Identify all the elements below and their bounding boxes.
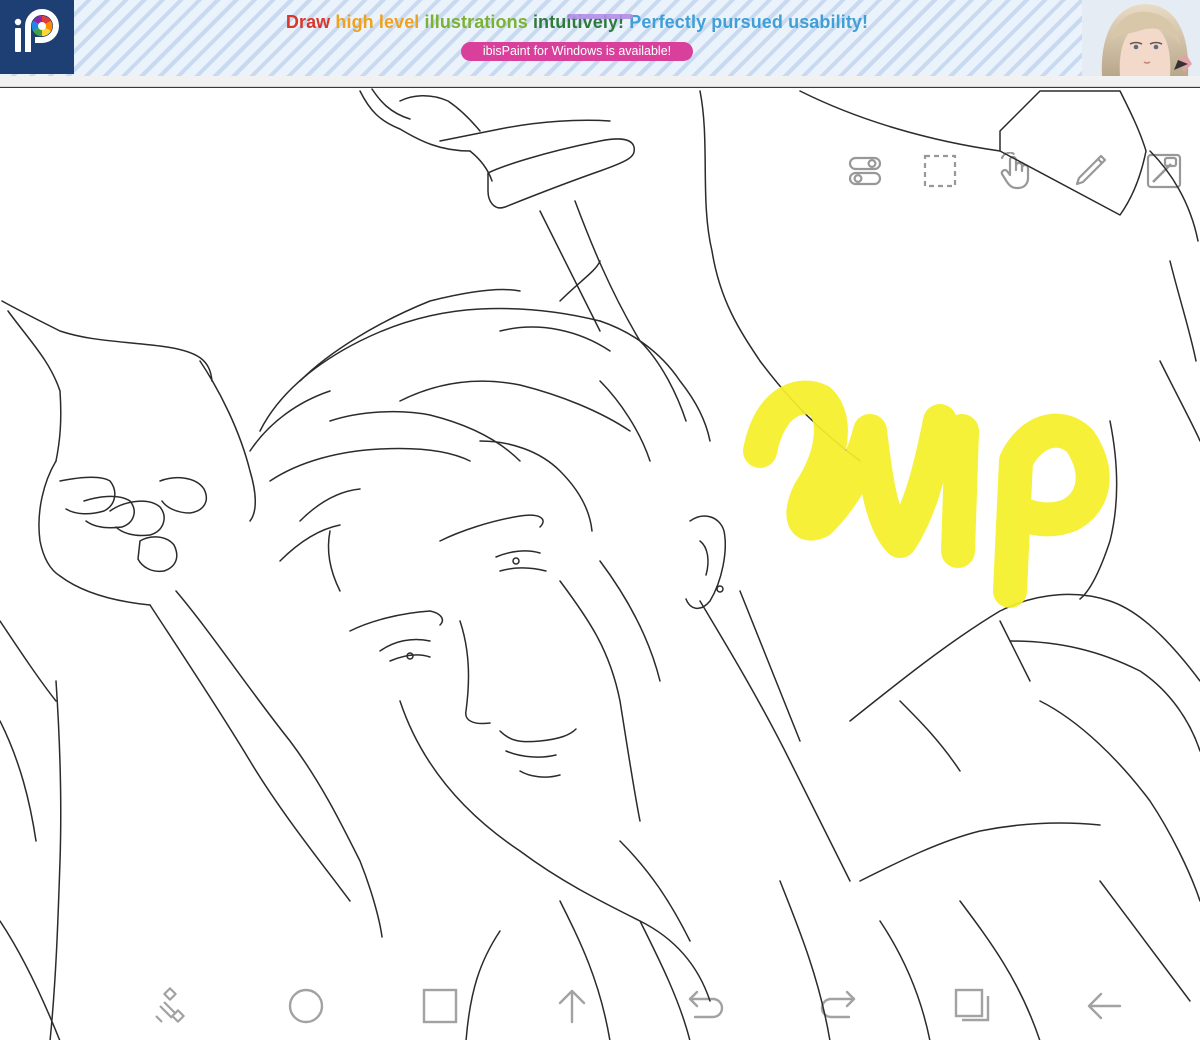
undo-icon[interactable]: Undo (684, 984, 728, 1028)
drawing-canvas[interactable]: WIP (0, 87, 1200, 1040)
ad-headline-part: illustrations (424, 12, 533, 32)
touch-hand-icon[interactable]: Touch (996, 151, 1036, 191)
selection-icon[interactable]: Selection (920, 151, 960, 191)
layers-icon[interactable]: Layers (950, 984, 994, 1028)
square-icon[interactable]: Rectangle (418, 984, 462, 1028)
ad-headline-part: Perfectly pursued usability! (629, 12, 869, 32)
redo-icon[interactable]: Redo (816, 984, 860, 1028)
toggle-icon[interactable]: Toggle (845, 151, 885, 191)
banner-divider (0, 76, 1200, 87)
brush-icon[interactable]: Brush (1070, 151, 1110, 191)
ad-headline-part: Draw (285, 12, 336, 32)
transform-icon[interactable]: Transform (150, 984, 194, 1028)
ad-banner[interactable]: Draw high level illustrations intuitivel… (0, 0, 1200, 76)
ad-progress-indicator (567, 14, 633, 19)
ad-headline-part: high level (335, 12, 425, 32)
line-art-sketch (0, 88, 1200, 1040)
circle-icon[interactable]: Ellipse (284, 984, 328, 1028)
color-swatch-icon[interactable]: Color (1144, 151, 1184, 191)
ad-cta-button[interactable]: ibisPaint for Windows is available! (461, 42, 693, 61)
app-root: Draw high level illustrations intuitivel… (0, 0, 1200, 1040)
ad-character-portrait (1082, 0, 1200, 76)
wip-scribble (743, 380, 1110, 608)
arrow-up-icon[interactable]: Up (550, 984, 594, 1028)
back-arrow-icon[interactable]: Back (1082, 984, 1126, 1028)
